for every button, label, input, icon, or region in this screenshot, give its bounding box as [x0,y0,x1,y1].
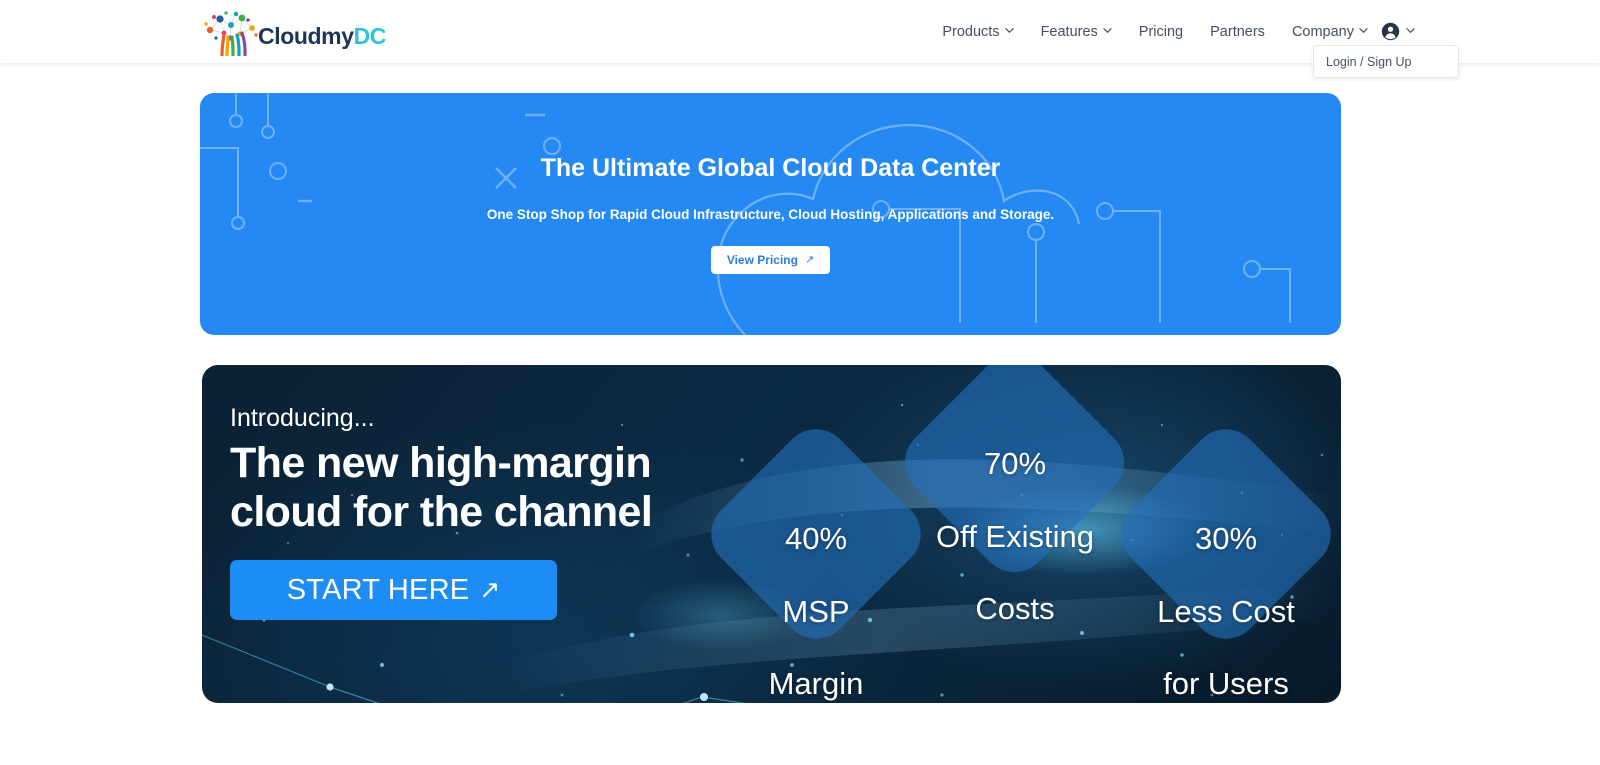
badge-2-line1: Off Existing [936,518,1094,554]
hero-title: The Ultimate Global Cloud Data Center [541,153,1001,183]
promo-headline-line2: cloud for the channel [230,487,653,536]
nav-item-partners[interactable]: Partners [1210,24,1265,40]
nav-item-features[interactable]: Features [1041,24,1112,40]
promo-banner: 40% MSP Margin 70% Off Existing Costs 30… [202,365,1341,703]
badge-label-1: 40% MSP Margin [736,485,896,703]
nav-label-features: Features [1040,23,1098,40]
badge-3-value: 30% [1194,521,1258,557]
logo-wordmark: CloudmyDC [258,25,386,56]
nav-item-products[interactable]: Products [942,23,1014,40]
badge-1-line1: MSP [782,593,850,629]
badge-3-line2: for Users [1163,666,1289,702]
main-navigation: Products Features Pricing Partners Compa… [942,0,1368,63]
arrow-up-right-icon: ↗ [479,575,501,604]
chevron-down-icon [1103,26,1112,35]
badge-1-value: 40% [784,521,848,557]
logo[interactable]: CloudmyDC [200,8,386,56]
hero-banner: The Ultimate Global Cloud Data Center On… [200,93,1341,335]
badge-1-line2: Margin [768,666,864,702]
nav-label-partners: Partners [1210,23,1265,40]
arrow-up-right-icon: ↗ [804,253,815,266]
badge-label-3: 30% Less Cost for Users [1130,485,1322,703]
nav-label-products: Products [942,23,1000,40]
promo-headline-line1: The new high-margin [230,439,652,487]
chevron-down-icon [1004,26,1014,35]
start-here-label: START HERE [286,573,470,606]
cloudmydc-tree-logo-icon [204,11,258,56]
badge-2-line2: Costs [975,591,1055,627]
promo-text-block: Introducing... The new high-margin cloud… [230,403,653,621]
login-signup-label: Login / Sign Up [1326,54,1412,69]
promo-headline: The new high-margin cloud for the channe… [230,439,653,536]
badge-label-2: 70% Off Existing Costs [914,410,1116,664]
nav-item-company[interactable]: Company [1292,24,1368,40]
nav-item-pricing[interactable]: Pricing [1139,24,1183,40]
hero-content: The Ultimate Global Cloud Data Center On… [200,93,1341,335]
account-circle-icon [1381,22,1400,41]
chevron-down-icon [1406,26,1415,35]
login-signup-dropdown[interactable]: Login / Sign Up [1313,45,1459,78]
hero-title-bold: The Ultimate Global [540,154,776,182]
chevron-down-icon [1359,26,1368,35]
start-here-button[interactable]: START HERE ↗ [230,560,557,621]
logo-text-accent: DC [353,23,387,49]
logo-text-primary: Cloudmy [258,23,354,49]
badge-2-value: 70% [983,446,1047,482]
nav-label-pricing: Pricing [1138,23,1184,40]
hero-title-rest: Cloud Data Center [775,154,1001,182]
badge-3-line1: Less Cost [1157,593,1295,629]
promo-eyebrow: Introducing... [230,404,375,432]
view-pricing-label: View Pricing [726,253,798,267]
nav-label-company: Company [1291,23,1354,40]
view-pricing-button[interactable]: View Pricing ↗ [710,246,831,274]
hero-subtitle: One Stop Shop for Rapid Cloud Infrastruc… [486,207,1055,222]
